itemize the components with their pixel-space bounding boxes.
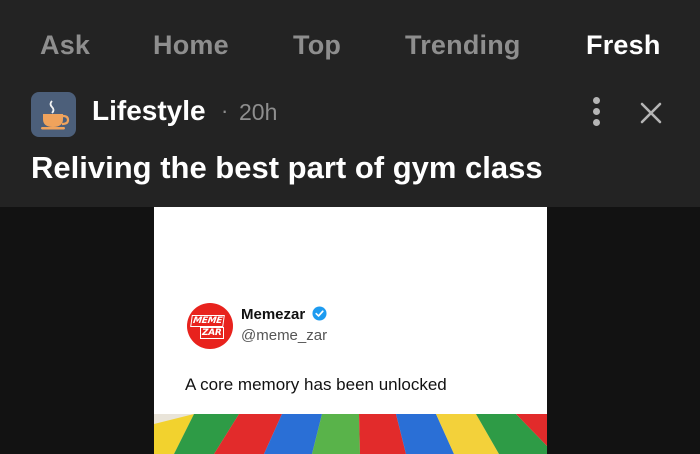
post-title[interactable]: Reliving the best part of gym class <box>31 150 543 186</box>
more-options-icon[interactable] <box>584 94 610 130</box>
feed-tabs: Ask Home Top Trending Fresh <box>0 30 700 74</box>
tab-trending[interactable]: Trending <box>405 30 521 61</box>
post-time: 20h <box>239 99 278 125</box>
meta-separator: · <box>221 98 229 123</box>
account-handle: @meme_zar <box>241 327 328 344</box>
tab-home[interactable]: Home <box>153 30 229 61</box>
tweet-text: A core memory has been unlocked <box>185 375 447 394</box>
post-media[interactable]: MEME ZAR Memezar @meme_zar A core memory… <box>154 207 547 454</box>
tab-top[interactable]: Top <box>293 30 341 61</box>
tab-fresh[interactable]: Fresh <box>586 30 661 61</box>
verified-badge-icon <box>312 306 327 321</box>
category-name[interactable]: Lifestyle <box>92 95 206 127</box>
avatar: MEME ZAR <box>187 303 233 349</box>
tab-ask[interactable]: Ask <box>40 30 90 61</box>
parachute-image <box>154 414 547 454</box>
app-header: Ask Home Top Trending Fresh Lifestyle · … <box>0 0 700 207</box>
account-name: Memezar <box>241 306 306 323</box>
post-header: Lifestyle · 20h <box>0 88 700 137</box>
close-icon[interactable] <box>634 96 668 130</box>
coffee-cup-icon[interactable] <box>31 92 76 137</box>
